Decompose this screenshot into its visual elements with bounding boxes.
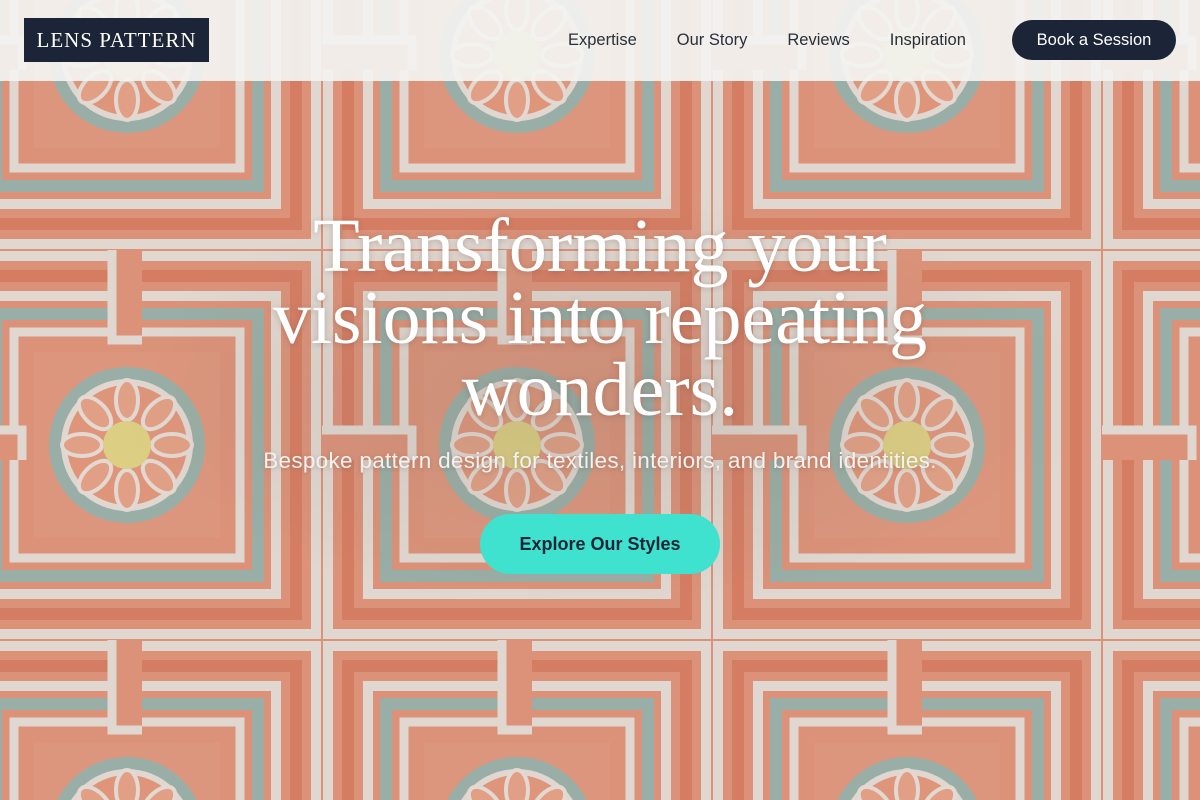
nav-link-reviews[interactable]: Reviews <box>787 31 849 50</box>
nav-link-inspiration[interactable]: Inspiration <box>890 31 966 50</box>
explore-styles-button[interactable]: Explore Our Styles <box>480 514 720 574</box>
hero-title: Transforming your visions into repeating… <box>272 204 928 432</box>
main-nav: Expertise Our Story Reviews Inspiration <box>548 0 986 81</box>
landing-page: LENS PATTERN Expertise Our Story Reviews… <box>0 0 1200 800</box>
book-session-button[interactable]: Book a Session <box>1012 20 1176 60</box>
site-header: LENS PATTERN Expertise Our Story Reviews… <box>0 0 1200 81</box>
hero-section: Transforming your visions into repeating… <box>0 204 1200 574</box>
nav-link-our-story[interactable]: Our Story <box>677 31 748 50</box>
brand-logo[interactable]: LENS PATTERN <box>24 18 209 62</box>
hero-subtitle: Bespoke pattern design for textiles, int… <box>263 448 937 473</box>
nav-link-expertise[interactable]: Expertise <box>568 31 637 50</box>
